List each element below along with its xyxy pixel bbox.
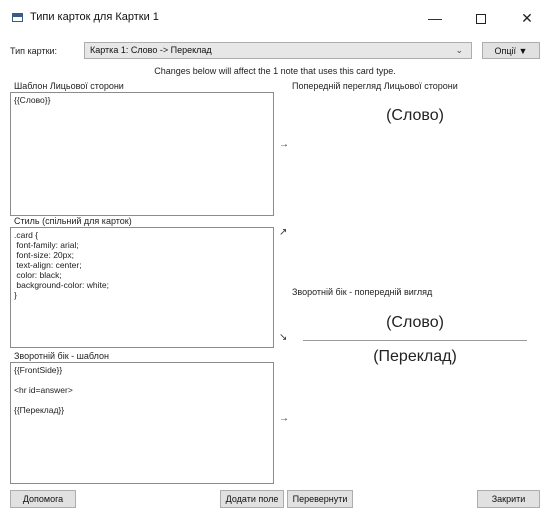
card-type-value: Картка 1: Слово -> Переклад <box>90 45 212 55</box>
close-button[interactable]: Закрити <box>477 490 540 508</box>
back-preview-label: Зворотній бік - попередній вигляд <box>292 287 433 297</box>
front-preview-pane: (Слово) <box>288 92 542 278</box>
close-window-button[interactable]: ✕ <box>504 4 550 32</box>
minimize-button[interactable]: — <box>412 4 458 32</box>
front-preview-label: Попередній перегляд Лицьової сторони <box>292 81 458 91</box>
front-template-editor[interactable]: {{Слово}} <box>10 92 274 216</box>
back-preview-question: (Слово) <box>386 314 444 331</box>
style-up-arrow-icon: ↗ <box>279 227 288 238</box>
window-title: Типи карток для Картки 1 <box>30 11 159 23</box>
back-template-label: Зворотній бік - шаблон <box>14 351 109 361</box>
options-button[interactable]: Опції ▼ <box>482 42 540 59</box>
maximize-icon <box>476 14 486 25</box>
styling-editor[interactable]: .card { font-family: arial; font-size: 2… <box>10 227 274 348</box>
chevron-down-icon: ⌄ <box>455 45 463 55</box>
card-type-label: Тип картки: <box>10 46 58 56</box>
title-bar: Типи карток для Картки 1 — ✕ <box>0 0 550 36</box>
app-icon <box>12 13 23 22</box>
back-preview-answer: (Переклад) <box>373 348 457 365</box>
help-button[interactable]: Допомога <box>10 490 76 508</box>
back-preview-pane: (Слово) (Переклад) <box>288 298 542 486</box>
front-preview-text: (Слово) <box>386 107 444 124</box>
front-template-label: Шаблон Лицьової сторони <box>14 81 124 91</box>
back-template-editor[interactable]: {{FrontSide}} <hr id=answer> {{Переклад}… <box>10 362 274 484</box>
maximize-button[interactable] <box>458 4 504 32</box>
flip-button[interactable]: Перевернути <box>287 490 353 508</box>
style-down-arrow-icon: ↘ <box>279 332 288 343</box>
notice-text: Changes below will affect the 1 note tha… <box>154 66 396 76</box>
add-field-button[interactable]: Додати поле <box>220 490 284 508</box>
styling-label: Стиль (спільний для карток) <box>14 216 132 226</box>
answer-divider <box>303 340 527 341</box>
card-type-select[interactable]: Картка 1: Слово -> Переклад ⌄ <box>84 42 472 59</box>
